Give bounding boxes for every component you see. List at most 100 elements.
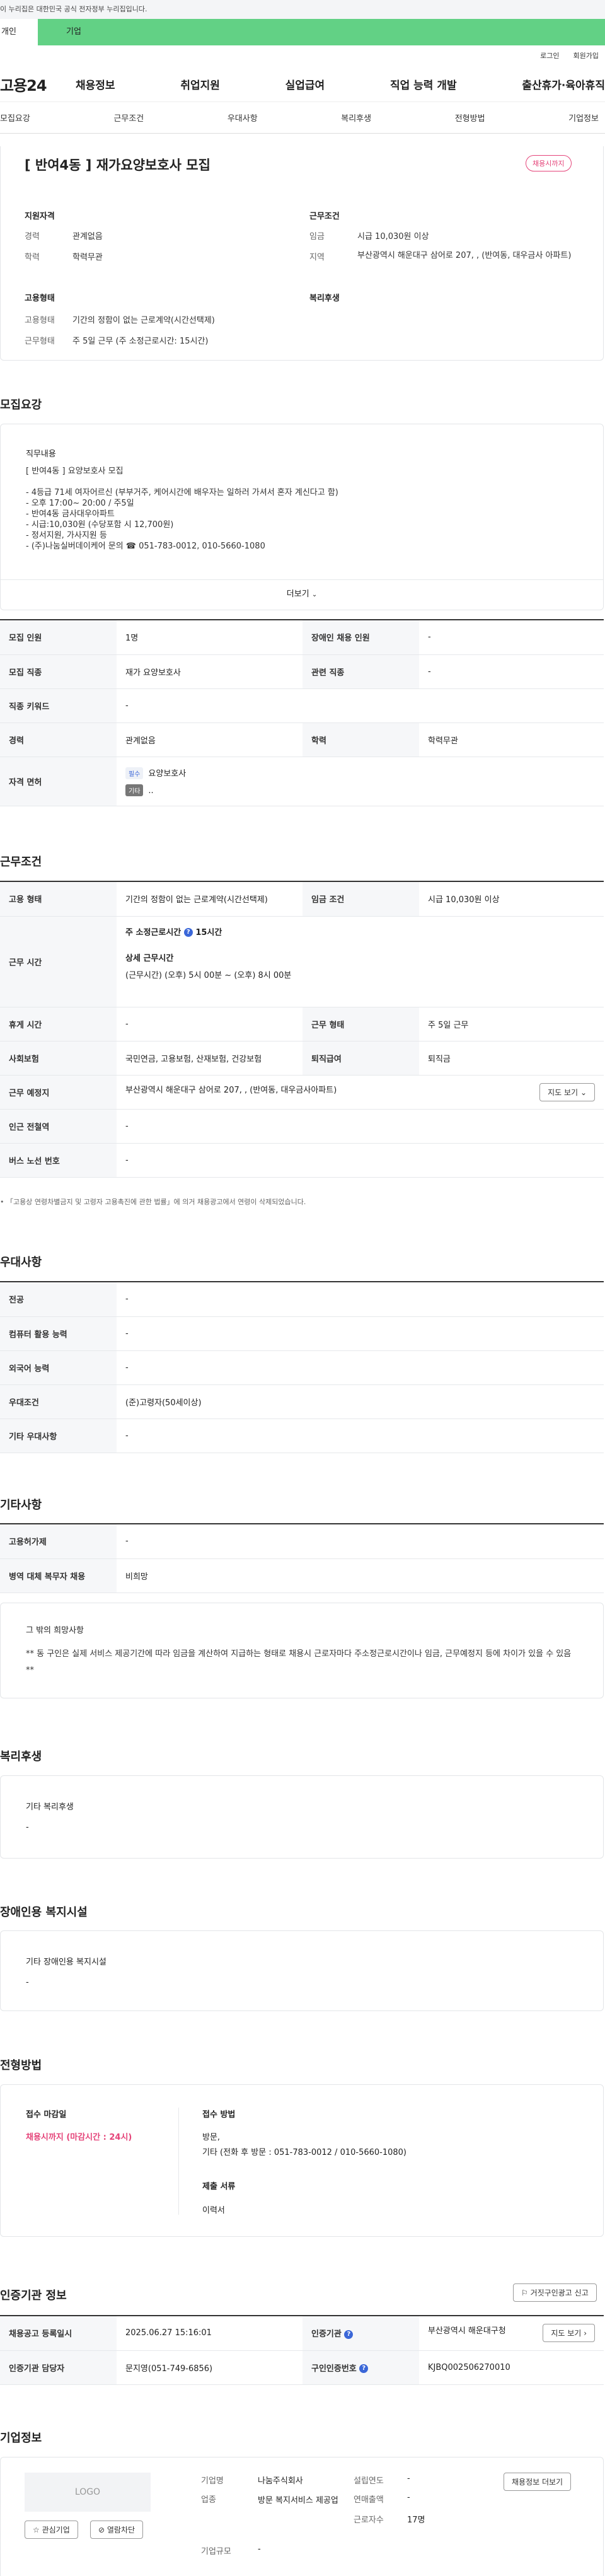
duty-line: - 4등급 71세 여자어르신 (부부거주, 케어시간에 배우자는 일하러 가셔… [26, 488, 338, 497]
note-title: 그 밖의 희망사항 [26, 1626, 84, 1635]
pref-table: 전공 - 컴퓨터 활용 능력 - 외국어 능력 - 우대조건 (준)고령자(50세이상)… [0, 1281, 604, 1453]
more-label: 더보기 [286, 589, 309, 599]
user-type-tabs: 개인 기업 [0, 19, 605, 45]
company-field-value: - [258, 2544, 261, 2554]
table-header: 장애인 채용 인원 [302, 620, 419, 655]
table-header: 모집 직종 [0, 654, 117, 689]
table-row: 고용허가제 - [0, 1524, 604, 1559]
map-button[interactable]: 지도 보기 › [543, 2324, 595, 2343]
table-header: 휴게 시간 [0, 1007, 117, 1041]
table-cell: 주 5일 근무 [419, 1007, 604, 1041]
agency-section-title: 인증기관 정보 [0, 2289, 67, 2302]
table-cell: 시급 10,030원 이상 [419, 882, 604, 917]
gnb-jobs[interactable]: 채용정보 [76, 76, 115, 92]
welfare-title: 복리후생 [309, 294, 340, 303]
weekly-hours-value: 15시간 [195, 927, 222, 937]
table-row: 경력 관계없음 학력 학력무관 [0, 722, 604, 757]
help-icon[interactable]: ? [359, 2364, 369, 2373]
type-value: 기간의 정함이 없는 근로계약(시간선택제) [72, 316, 215, 325]
recruit-table: 모집 인원 1명 장애인 채용 인원 - 모집 직종 재가 요양보호사 관련 직… [0, 619, 604, 806]
table-row: 컴퓨터 활용 능력 - [0, 1316, 604, 1351]
table-header: 구인인증번호 ? [302, 2350, 419, 2385]
anchor-process[interactable]: 전형방법 [455, 112, 485, 124]
type-row: 근무형태 주 5일 근무 (주 소정근로시간: 15시간) [25, 334, 302, 346]
block-company-button[interactable]: ⊘ 열람차단 [90, 2521, 144, 2539]
table-header: 외국어 능력 [0, 1350, 117, 1385]
help-icon[interactable]: ? [344, 2329, 354, 2339]
section-anchor-nav: 모집요강 근무조건 우대사항 복리후생 전형방법 기업정보 [0, 102, 605, 134]
table-cell: 부산광역시 해운대구청 지도 보기 › [419, 2316, 604, 2351]
method-line-2: 기타 (전화 후 방문 : 051-783-0012 / 010-5660-10… [202, 2148, 407, 2157]
table-row: 버스 노선 번호 - [0, 1143, 604, 1178]
gnb-vocational-training[interactable]: 직업 능력 개발 [390, 76, 457, 92]
age-notice-text: 「고용상 연령차별금지 및 고령자 고용촉진에 관한 법률」에 의거 채용광고에… [6, 1198, 306, 1206]
company-field-value: 방문 복지서비스 제공업 [258, 2496, 338, 2505]
gnb-unemployment-benefit[interactable]: 실업급여 [285, 76, 325, 92]
table-cell: 국민연금, 고용보험, 산재보험, 건강보험 [117, 1041, 302, 1076]
license-name: 요양보호사 [148, 769, 187, 779]
table-header: 인증기관 ? [302, 2316, 419, 2351]
table-row: 인근 전철역 - [0, 1109, 604, 1144]
interest-company-button[interactable]: ☆ 관심기업 [25, 2521, 78, 2539]
table-header: 버스 노선 번호 [0, 1143, 117, 1178]
site-logo[interactable]: 고용24 [0, 73, 76, 95]
deadline-title: 접수 마감일 [26, 2110, 67, 2120]
chevron-right-icon: › [584, 2329, 587, 2338]
login-link[interactable]: 로그인 [540, 45, 559, 67]
table-row: 외국어 능력 - [0, 1350, 604, 1385]
cond-list: 임금 시급 10,030원 이상 지역 부산광역시 해운대구 삼어로 207, , … [309, 229, 587, 271]
duty-line [26, 477, 338, 487]
company-field-key: 설립연도 [354, 2476, 384, 2486]
table-header: 컴퓨터 활용 능력 [0, 1316, 117, 1351]
table-row: 기타 우대사항 - [0, 1419, 604, 1453]
table-cell: 비희망 [117, 1558, 604, 1593]
agency-grid: 채용공고 등록일시 2025.06.27 15:16:01 인증기관 ? 부산광… [0, 2316, 604, 2385]
qual-list: 경력 관계없음 학력 학력무관 [25, 229, 277, 271]
etc-section-title: 기타사항 [0, 1499, 42, 1512]
anchor-recruit[interactable]: 모집요강 [0, 112, 30, 124]
company-field: 근로자수 [354, 2513, 384, 2525]
utility-links: 로그인 회원가입 [0, 45, 605, 67]
etc-grid: 고용허가제 - 병역 대체 복무자 채용 비희망 [0, 1524, 604, 1593]
duty-title: 직무내용 [26, 450, 56, 459]
table-header: 우대조건 [0, 1384, 117, 1419]
cond-title: 근무조건 [309, 212, 340, 221]
license-item: 필수 요양보호사 [125, 767, 595, 779]
gnb-employment-support[interactable]: 취업지원 [180, 76, 220, 92]
map-button[interactable]: 지도 보기 ⌄ [539, 1082, 595, 1101]
table-cell: - [117, 1524, 604, 1559]
table-row: 인증기관 담당자 문지영(051-749-6856) 구인인증번호 ? KJBQ… [0, 2350, 604, 2385]
table-cell: 퇴직금 [419, 1041, 604, 1076]
duty-line: [ 반여4동 ] 요양보호사 모집 [26, 467, 124, 476]
company-field-key: 기업명 [201, 2476, 224, 2486]
report-button[interactable]: ⚐ 거짓구인광고 신고 [513, 2283, 597, 2302]
process-divider [178, 2108, 179, 2215]
pref-grid: 전공 - 컴퓨터 활용 능력 - 외국어 능력 - 우대조건 (준)고령자(50세이상)… [0, 1282, 604, 1453]
more-jobs-button[interactable]: 채용정보 더보기 [504, 2473, 572, 2491]
tab-company[interactable]: 기업 [38, 19, 605, 45]
summary-card: [ 반여4동 ] 재가요양보호사 모집 채용시까지 지원자격 경력 관계없음 학력… [0, 146, 604, 361]
anchor-welfare[interactable]: 복리후생 [341, 112, 371, 124]
company-field: 기업규모 [201, 2544, 231, 2556]
help-icon[interactable]: ? [183, 928, 193, 937]
cond-key: 지역 [309, 253, 325, 262]
method-line-1: 방문, [202, 2133, 221, 2142]
star-icon: ☆ [33, 2526, 40, 2534]
tab-individual[interactable]: 개인 [0, 19, 38, 45]
pref-section-title: 우대사항 [0, 1256, 42, 1269]
chevron-down-icon: ⌄ [311, 591, 318, 598]
table-row: 근무 예정지 부산광역시 해운대구 삼어로 207, , (반여동, 대우금사아… [0, 1075, 604, 1110]
anchor-pref[interactable]: 우대사항 [228, 112, 258, 124]
table-row: 전공 - [0, 1282, 604, 1317]
anchor-company[interactable]: 기업정보 [568, 112, 599, 124]
more-button[interactable]: 더보기 ⌄ [1, 579, 603, 610]
anchor-work[interactable]: 근무조건 [113, 112, 144, 124]
table-cell: - [117, 688, 604, 723]
more-jobs-label: 채용정보 더보기 [512, 2478, 563, 2486]
signup-link[interactable]: 회원가입 [573, 45, 599, 67]
gnb-parental-leave[interactable]: 출산휴가·육아휴직 [522, 76, 605, 92]
work-address: 부산광역시 해운대구 삼어로 207, , (반여동, 대우금사아파트) [125, 1085, 337, 1095]
company-field-value: 나눔주식회사 [258, 2476, 303, 2486]
company-field-key: 기업규모 [201, 2547, 231, 2556]
table-cell: (준)고령자(50세이상) [117, 1384, 604, 1419]
